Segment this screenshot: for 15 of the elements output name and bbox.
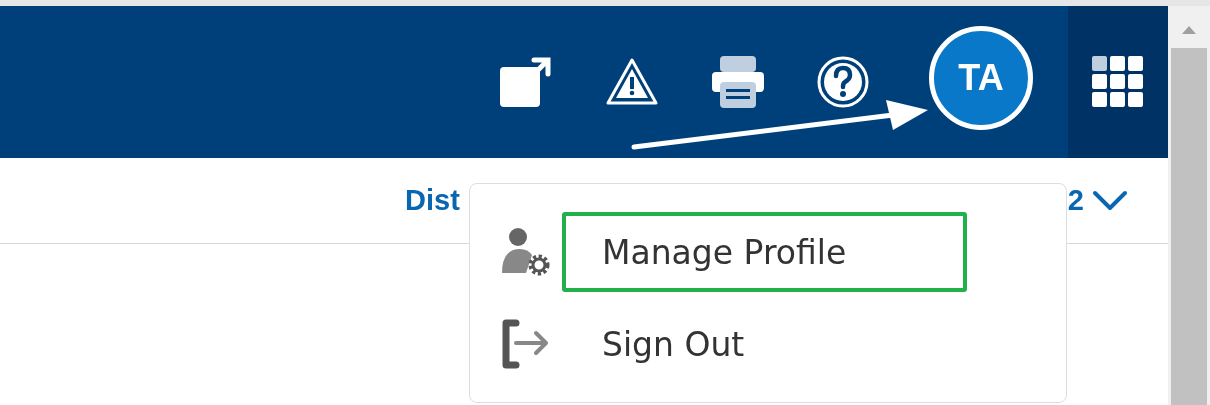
app-grid-icon[interactable] bbox=[1092, 56, 1144, 108]
external-link-icon[interactable] bbox=[500, 56, 552, 108]
user-avatar[interactable]: TA bbox=[929, 26, 1033, 130]
chevron-down-icon[interactable] bbox=[1092, 189, 1128, 212]
district-number[interactable]: 2 bbox=[1067, 184, 1084, 217]
scrollbar[interactable] bbox=[1168, 6, 1210, 405]
user-settings-icon bbox=[500, 227, 550, 277]
scrollbar-thumb[interactable] bbox=[1171, 48, 1207, 405]
printer-icon[interactable] bbox=[712, 56, 764, 108]
warning-icon[interactable] bbox=[605, 57, 659, 107]
manage-profile-item[interactable]: Manage Profile bbox=[562, 212, 967, 292]
district-label[interactable]: Dist bbox=[405, 184, 460, 217]
sign-out-item[interactable]: Sign Out bbox=[562, 304, 967, 384]
sign-out-icon bbox=[500, 319, 550, 369]
help-icon[interactable] bbox=[817, 56, 869, 108]
